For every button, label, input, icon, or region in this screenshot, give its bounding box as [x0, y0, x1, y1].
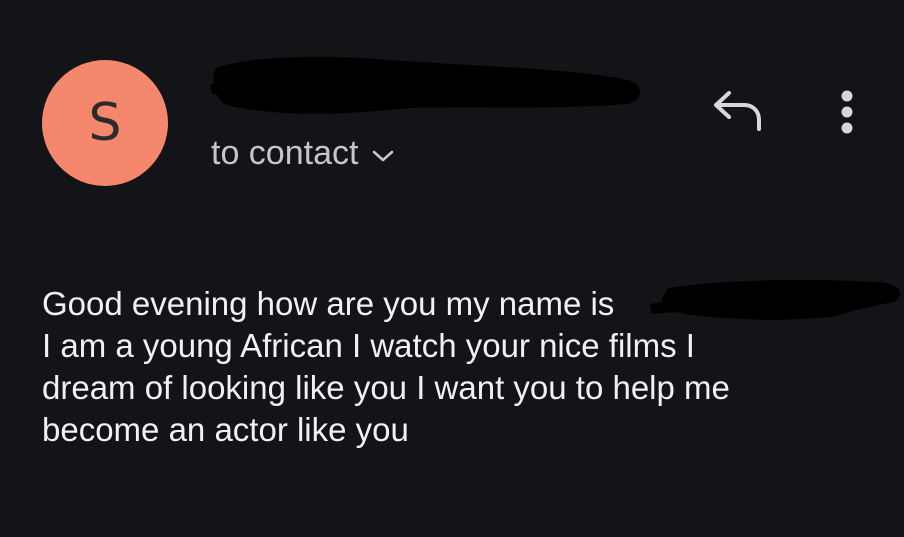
message-line: become an actor like you — [42, 411, 409, 448]
sender-avatar[interactable]: S — [42, 60, 168, 186]
recipient-details-toggle[interactable]: to contact — [211, 130, 394, 176]
reply-arrow-icon — [714, 91, 761, 131]
message-line: I am a young African I watch your nice f… — [42, 327, 695, 364]
sender-name-redaction — [210, 56, 641, 114]
name-redaction — [650, 280, 901, 320]
more-options-button[interactable] — [826, 84, 868, 140]
reply-button[interactable] — [706, 84, 768, 136]
avatar-letter: S — [88, 93, 122, 153]
message-line: dream of looking like you I want you to … — [42, 369, 730, 406]
chevron-down-icon — [373, 150, 394, 162]
more-vertical-icon — [841, 90, 853, 134]
recipient-label: to contact — [211, 133, 359, 172]
